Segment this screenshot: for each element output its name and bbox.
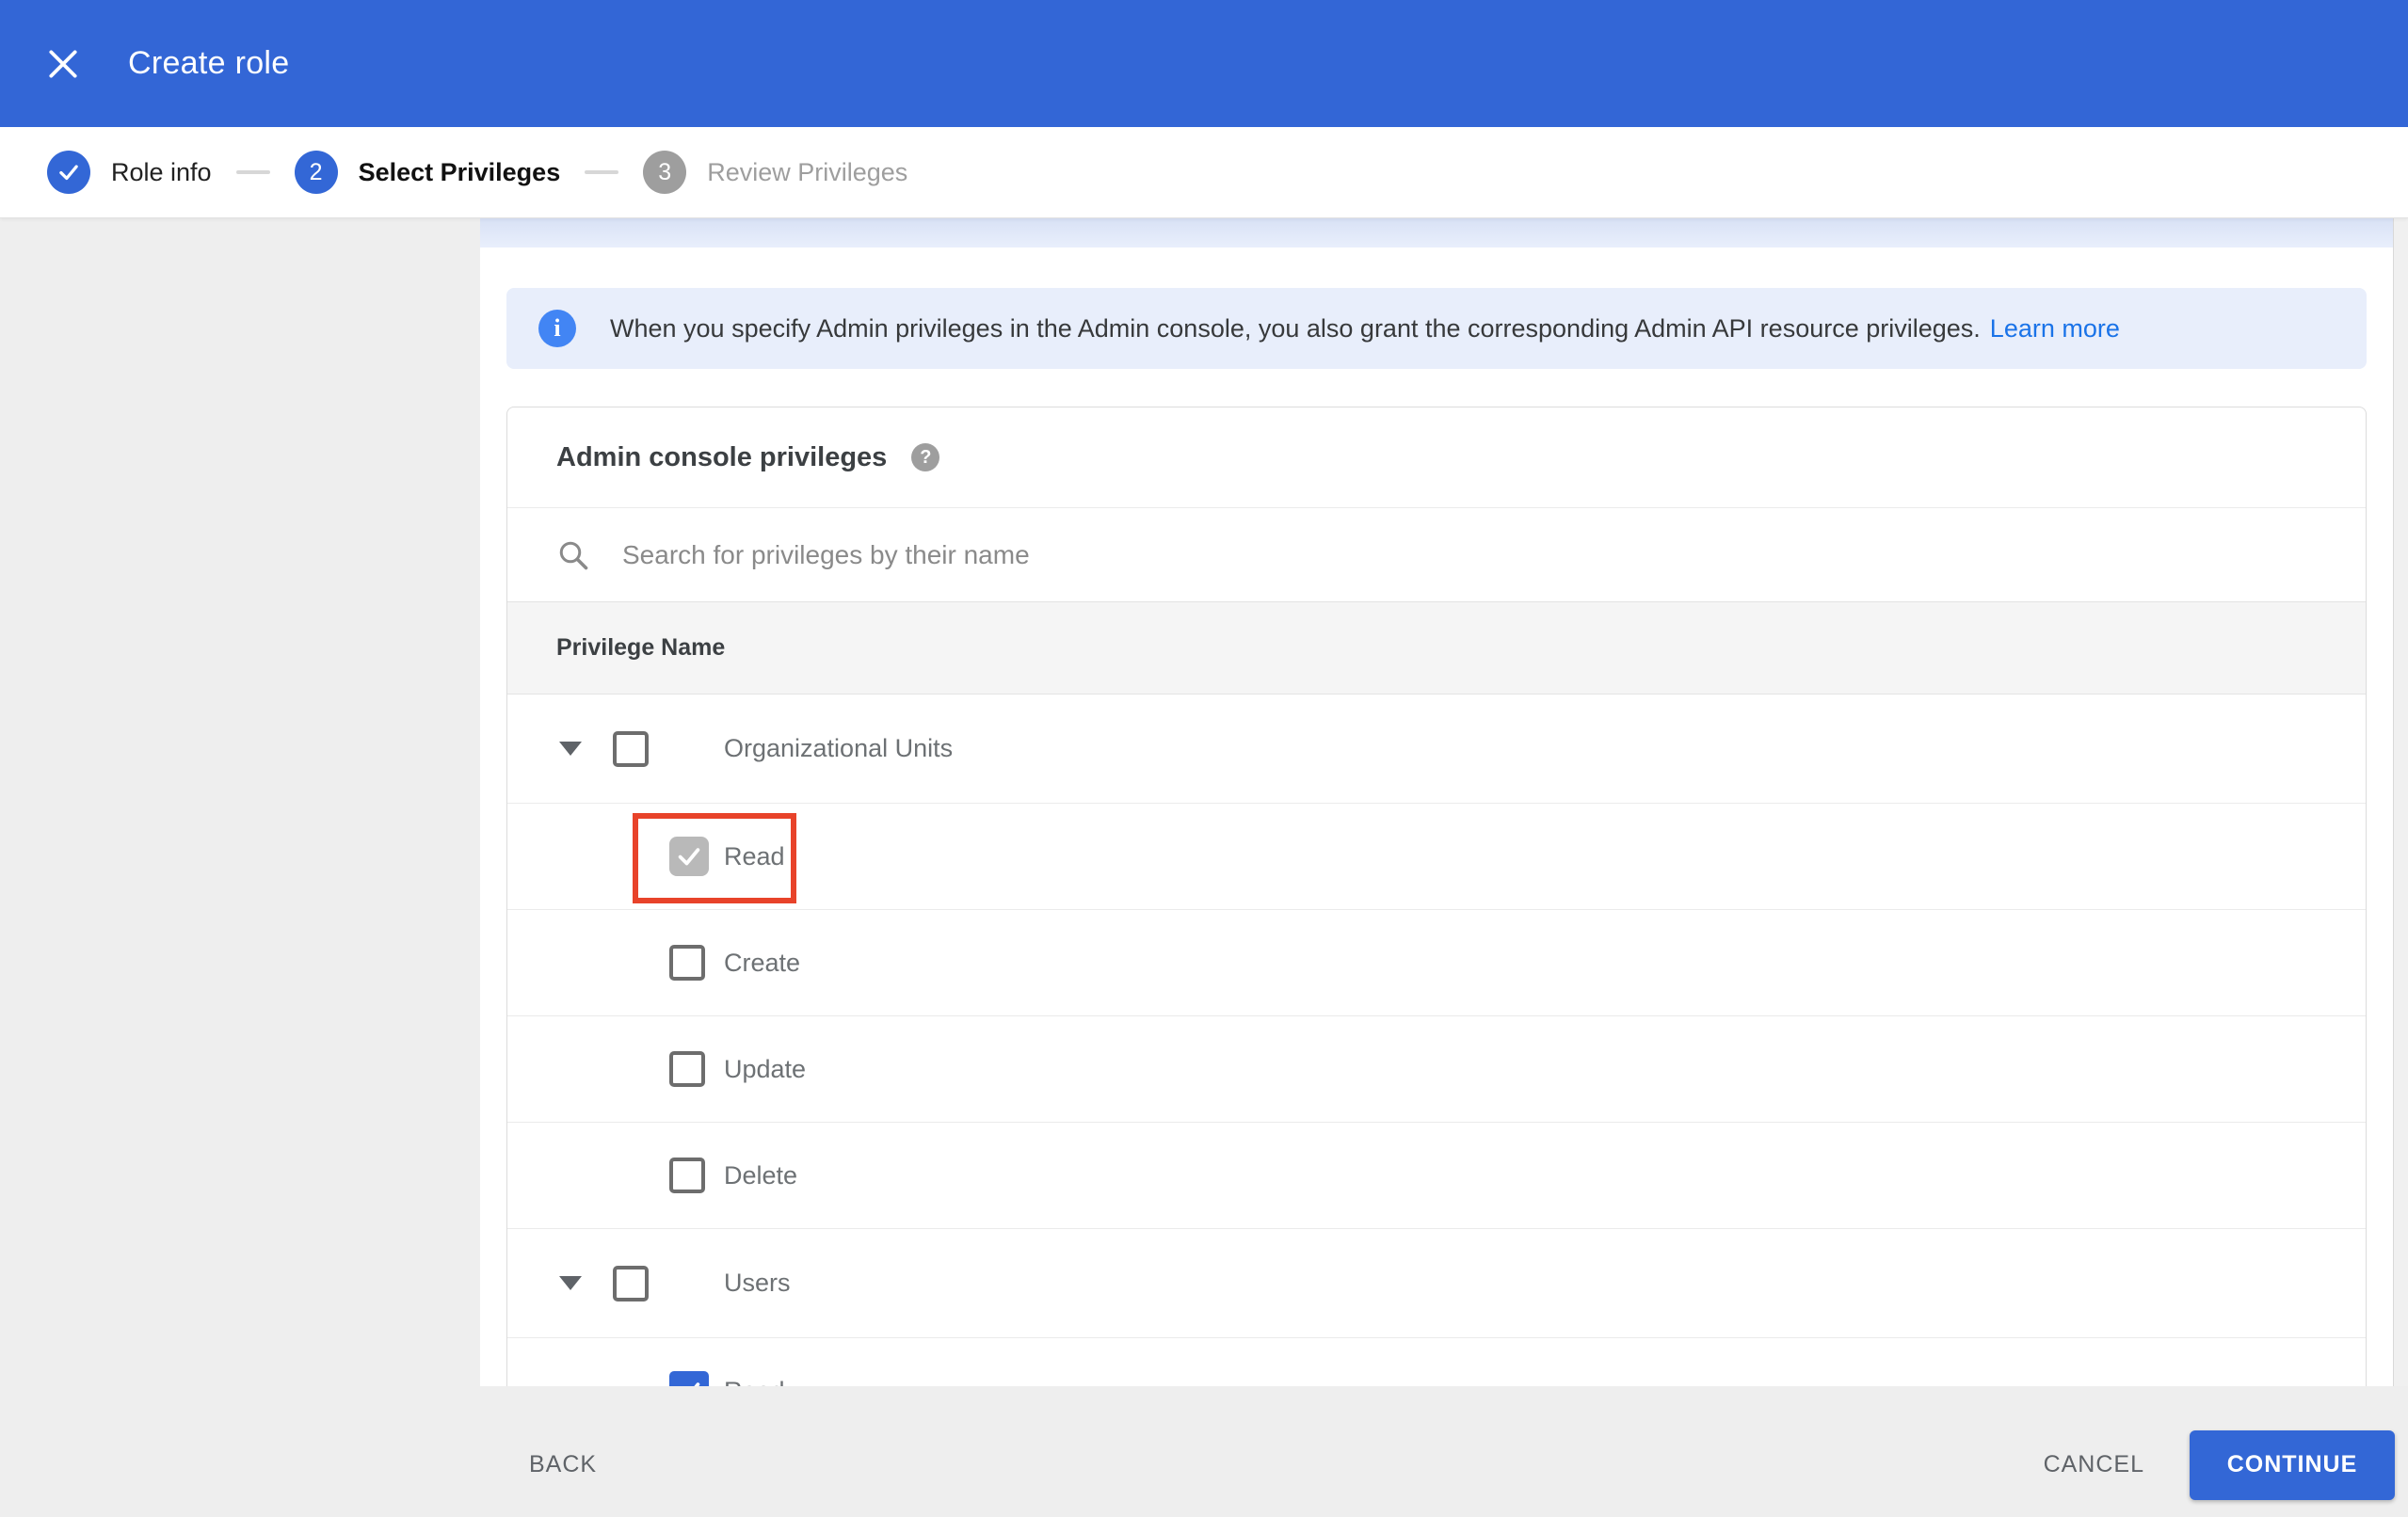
privilege-label: Organizational Units [724,734,954,762]
learn-more-link[interactable]: Learn more [1990,314,2120,343]
card-title: Admin console privileges [556,441,888,472]
step-select-privileges[interactable]: 2 Select Privileges [294,151,561,194]
dialog-title: Create role [128,45,290,81]
checkbox-organizational-units[interactable] [613,730,649,767]
privilege-search-row [507,508,2366,601]
step-role-info[interactable]: Role info [47,151,212,194]
scrollbar-track[interactable] [2393,218,2408,1386]
banner-message: When you specify Admin privileges in the… [610,313,1981,343]
checkbox-update[interactable] [669,1051,705,1087]
step-connector [585,170,619,174]
privilege-label: Create [724,948,801,977]
collapse-caret-icon[interactable] [559,1276,582,1290]
privilege-row-update: Update [507,1016,2366,1123]
privilege-label: Delete [724,1160,798,1190]
privilege-search-input[interactable] [622,539,1940,570]
checkbox-delete[interactable] [669,1158,705,1193]
step-label: Review Privileges [707,157,908,186]
continue-button[interactable]: CONTINUE [2190,1429,2395,1500]
appbar: Create role [0,0,2408,127]
close-icon[interactable] [45,46,81,82]
cancel-button[interactable]: CANCEL [2044,1451,2144,1478]
privilege-row-read: Read [507,804,2366,910]
info-icon: i [538,310,576,347]
privilege-label: Read [724,841,785,870]
stepper: Role info 2 Select Privileges 3 Review P… [0,127,2408,218]
privilege-row-users: Users [507,1229,2366,1338]
scrolled-content-edge [480,218,2393,248]
step-label: Role info [111,157,212,186]
checkbox-read[interactable] [669,1371,709,1386]
privilege-rows: Organizational Units Read Create Update Dele… [507,695,2366,1386]
help-icon[interactable]: ? [911,443,940,471]
step-review-privileges[interactable]: 3 Review Privileges [643,151,907,194]
collapse-caret-icon[interactable] [559,742,582,756]
privilege-name-column-header: Privilege Name [556,634,726,661]
privilege-row-delete: Delete [507,1123,2366,1229]
admin-privileges-card: Admin console privileges ? Privilege Nam… [506,407,2367,1386]
table-header: Privilege Name [507,601,2366,695]
step-number: 2 [294,151,338,194]
back-button[interactable]: BACK [529,1451,597,1478]
card-header: Admin console privileges ? [507,407,2366,508]
search-icon [559,541,588,569]
step-complete-check-icon [47,151,90,194]
privilege-row-create: Create [507,910,2366,1016]
step-connector [235,170,270,174]
step-label: Select Privileges [358,157,561,186]
privilege-row-organizational-units: Organizational Units [507,695,2366,804]
checkbox-read[interactable] [669,837,709,876]
footer-action-bar: BACK CANCEL CONTINUE [0,1386,2408,1517]
privilege-label: Update [724,1054,807,1083]
checkbox-users[interactable] [613,1265,649,1301]
left-side-panel [0,218,480,1517]
checkbox-create[interactable] [669,945,705,981]
banner-text: When you specify Admin privileges in the… [610,314,2120,343]
privilege-label: Read [724,1377,785,1387]
privilege-label: Users [724,1269,791,1297]
privilege-row-read: Read [507,1338,2366,1386]
info-banner: i When you specify Admin privileges in t… [506,288,2367,369]
step-number: 3 [643,151,687,194]
